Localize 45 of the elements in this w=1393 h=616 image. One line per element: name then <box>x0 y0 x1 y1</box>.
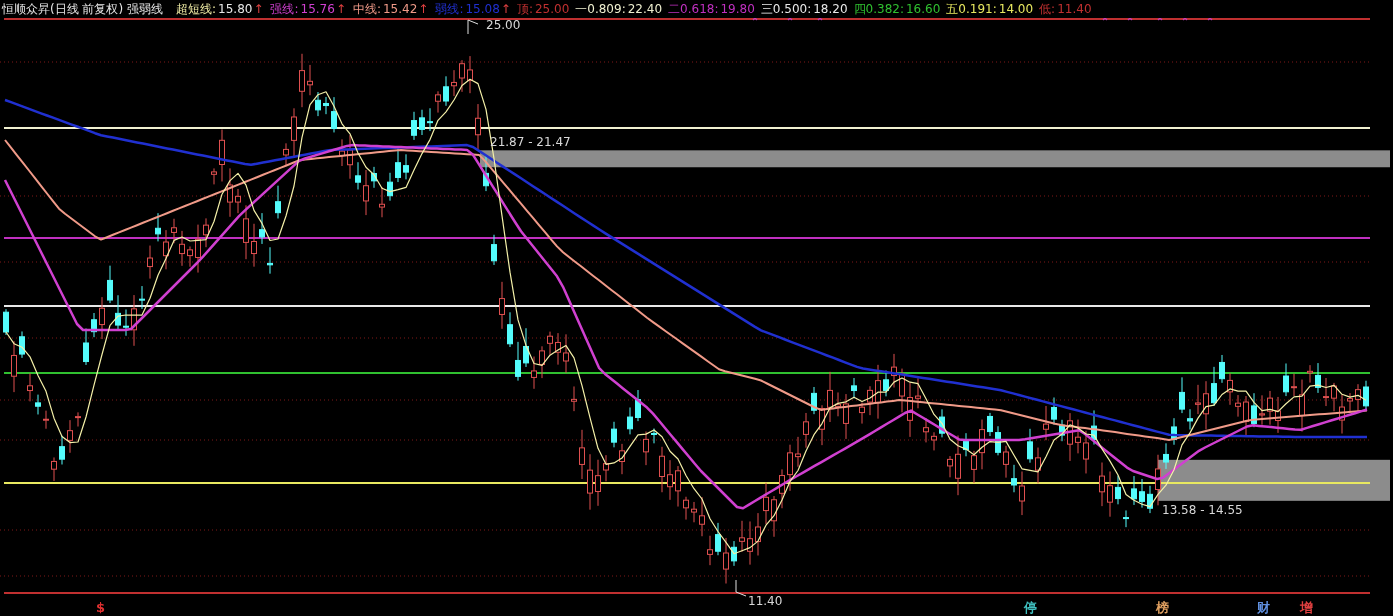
signal-marker: 增 <box>1300 600 1313 615</box>
x-mark-icon <box>1102 18 1108 21</box>
x-mark-icon <box>787 18 793 21</box>
price-label: 25.00 <box>486 18 521 32</box>
up-arrow: ↑ <box>335 2 346 16</box>
indicator-value: 15.08 <box>465 2 500 16</box>
up-arrow: ↑ <box>418 2 429 16</box>
level-value: 19.80 <box>720 2 755 16</box>
indicator-label: 超短线: <box>176 0 217 18</box>
signal-marker: 财 <box>1257 600 1270 615</box>
indicator-value: 15.42 <box>383 2 418 16</box>
chart-title: 恒顺众昇(日线 前复权) 强弱线 <box>2 0 163 18</box>
level-value: 16.60 <box>906 2 941 16</box>
level-label: 二0.618: <box>668 0 719 18</box>
level-value: 25.00 <box>534 2 570 16</box>
level-value: 22.40 <box>627 2 663 16</box>
signal-marker: $ <box>96 600 106 615</box>
zone-label: 13.58 - 14.55 <box>1162 503 1243 517</box>
level-value: 14.00 <box>998 2 1034 16</box>
x-mark-icon <box>1127 18 1133 21</box>
signal-marker: 榜 <box>1156 600 1169 615</box>
indicator-label: 中线: <box>352 0 381 18</box>
x-mark-icon <box>1182 18 1188 21</box>
indicator-value: 15.80 <box>218 2 253 16</box>
up-arrow: ↑ <box>500 2 511 16</box>
x-mark-icon <box>1157 18 1163 21</box>
level-label: 五0.191: <box>946 0 997 18</box>
indicator-label: 弱线: <box>435 0 464 18</box>
level-label: 四0.382: <box>853 0 904 18</box>
up-arrow: ↑ <box>253 2 264 16</box>
level-label: 三0.500: <box>760 0 812 18</box>
indicator-value: 15.76 <box>300 2 335 16</box>
x-mark-icon <box>817 18 823 21</box>
indicator-label: 强线: <box>270 0 299 18</box>
price-label: 11.40 <box>748 594 783 608</box>
level-label: 低: <box>1039 0 1056 18</box>
level-label: 一0.809: <box>575 0 626 18</box>
pointer-icon <box>467 19 479 35</box>
signal-marker: 停 <box>1024 600 1037 615</box>
x-mark-icon <box>1207 18 1213 21</box>
pointer-icon <box>735 579 747 597</box>
level-value: 18.20 <box>813 2 848 16</box>
x-mark-icon <box>752 18 758 21</box>
level-value: 11.40 <box>1057 2 1092 16</box>
level-label: 顶: <box>516 0 533 18</box>
